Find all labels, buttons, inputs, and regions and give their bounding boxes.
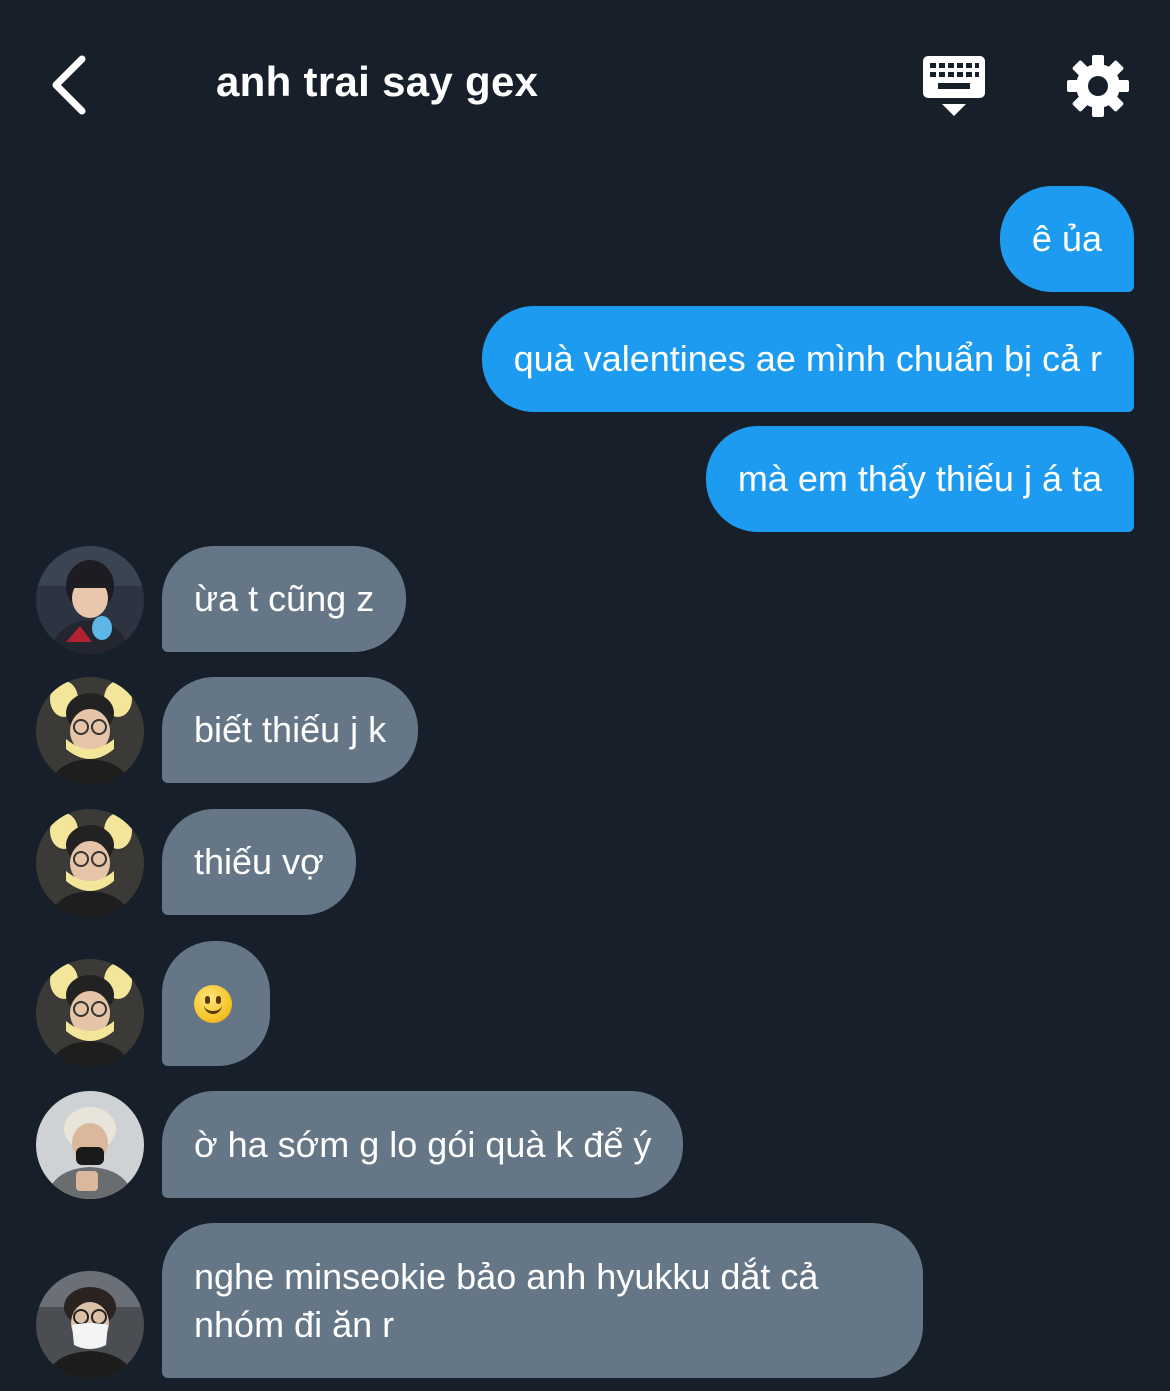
keyboard-button[interactable] (918, 52, 990, 120)
incoming-message[interactable]: ờ ha sớm g lo gói quà k để ý (162, 1091, 684, 1198)
avatar-3-photo (36, 1091, 144, 1199)
avatar[interactable] (36, 546, 144, 654)
message-text: ờ ha sớm g lo gói quà k để ý (194, 1123, 652, 1165)
message-text: quà valentines ae mình chuẩn bị cả r (513, 338, 1102, 379)
avatar-2-photo (36, 959, 144, 1067)
chevron-left-icon (52, 55, 86, 115)
incoming-message[interactable]: thiếu vợ (162, 809, 356, 915)
conversation-title: anh trai say gex (216, 58, 539, 105)
avatar[interactable] (36, 1091, 144, 1199)
chat-header: anh trai say gex (0, 0, 1170, 170)
settings-button[interactable] (1064, 52, 1132, 120)
avatar[interactable] (36, 809, 144, 917)
keyboard-icon (923, 56, 985, 116)
message-text: mà em thấy thiếu j á ta (737, 458, 1102, 499)
avatar-2-photo (36, 809, 144, 917)
message-text: thiếu vợ (194, 841, 324, 882)
message-text: ê ủa (1031, 218, 1102, 259)
slightly-smiling-face-emoji (194, 984, 232, 1023)
gear-icon (1067, 55, 1129, 117)
avatar[interactable] (36, 1271, 144, 1379)
incoming-message[interactable]: ừa t cũng z (162, 546, 407, 652)
incoming-message[interactable] (162, 941, 270, 1066)
avatar[interactable] (36, 677, 144, 785)
outgoing-message[interactable]: mà em thấy thiếu j á ta (705, 426, 1134, 532)
message-text: ừa t cũng z (194, 578, 375, 619)
avatar-1-photo (36, 546, 144, 654)
message-text: biết thiếu j k (194, 709, 387, 750)
outgoing-message[interactable]: quà valentines ae mình chuẩn bị cả r (481, 306, 1134, 412)
back-button[interactable] (38, 50, 98, 120)
outgoing-message[interactable]: ê ủa (999, 186, 1134, 292)
incoming-message[interactable]: nghe minseokie bảo anh hyukku dắt cả nhó… (162, 1223, 923, 1378)
avatar-2-photo (36, 677, 144, 785)
avatar-4-photo (36, 1271, 144, 1379)
incoming-message[interactable]: biết thiếu j k (162, 677, 419, 783)
avatar[interactable] (36, 959, 144, 1067)
message-text: nghe minseokie bảo anh hyukku dắt cả nhó… (194, 1255, 819, 1345)
